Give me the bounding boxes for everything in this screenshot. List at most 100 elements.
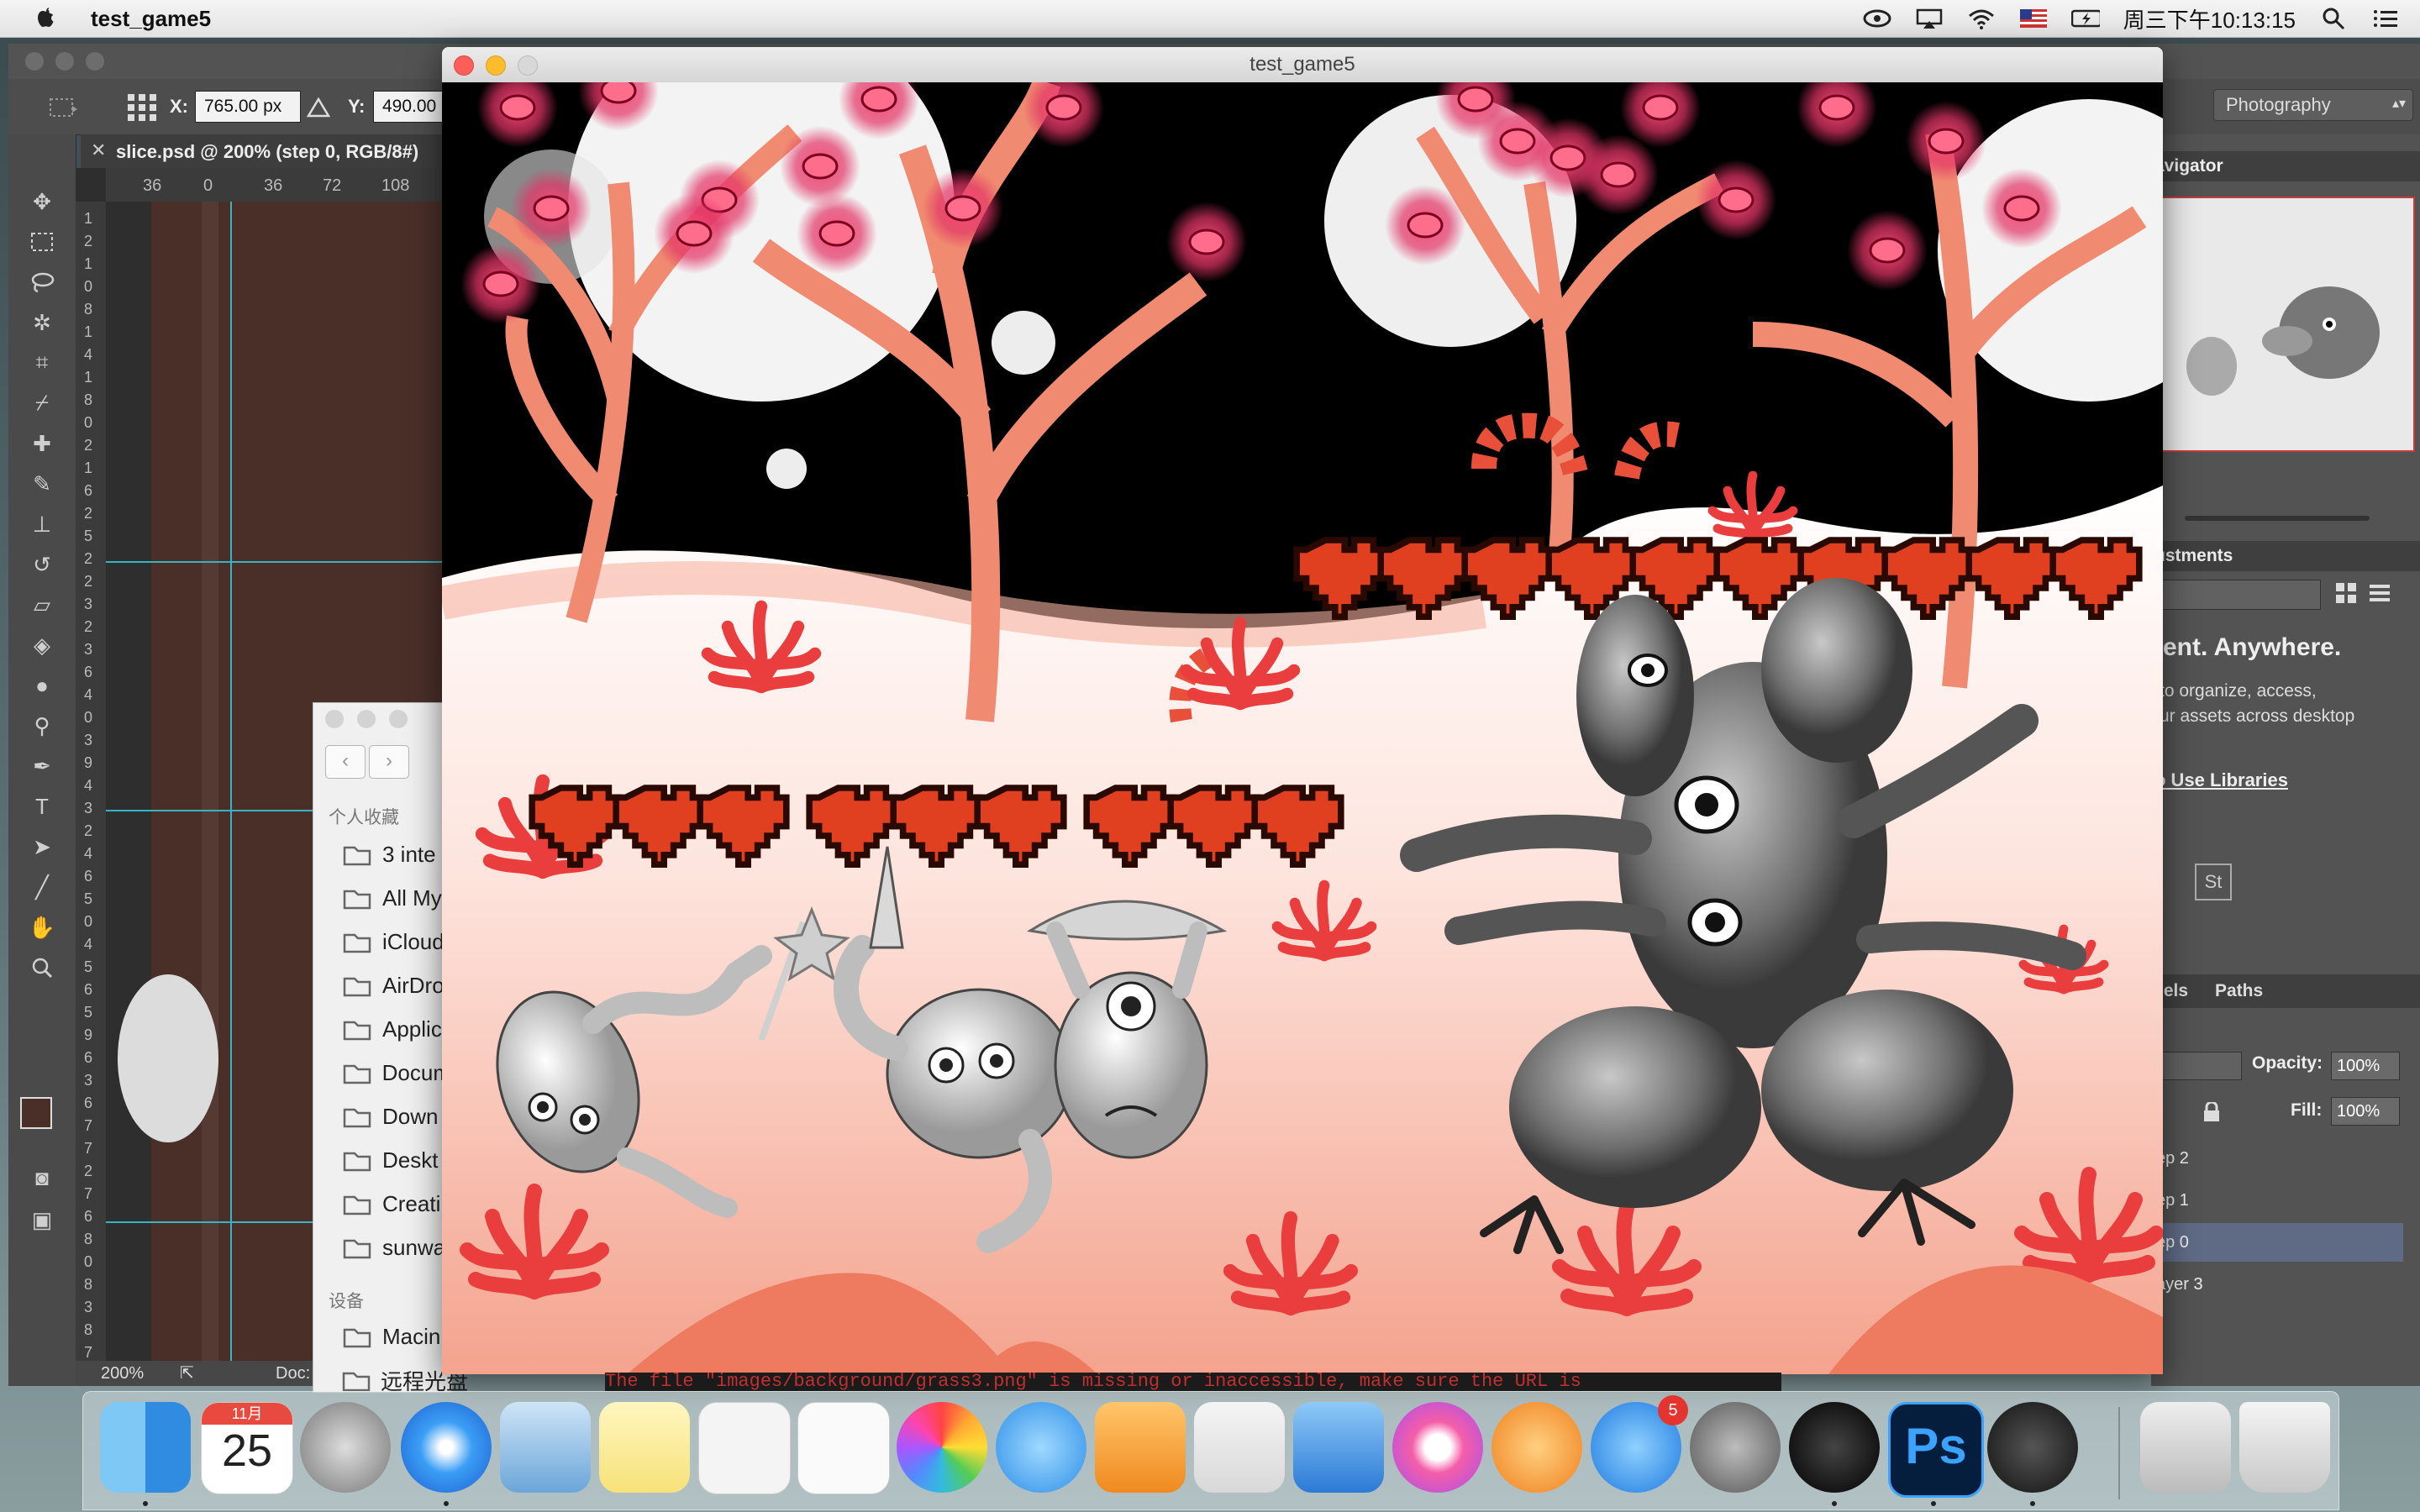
quicktime-icon[interactable] [1987, 1402, 2078, 1493]
favorites-item[interactable]: Applic [313, 1007, 451, 1051]
blend-mode-dropdown[interactable] [2151, 1052, 2242, 1080]
library-dropdown[interactable] [2151, 580, 2321, 610]
favorites-item[interactable]: AirDro [313, 963, 451, 1007]
ps-zoom-button[interactable] [86, 52, 104, 71]
favorites-item[interactable]: 3 inte [313, 832, 451, 876]
list-view-icon[interactable] [2366, 580, 2393, 606]
delta-icon[interactable] [306, 96, 331, 119]
zoom-tool-icon[interactable] [24, 951, 60, 984]
finder-close-button[interactable] [325, 710, 344, 728]
paint-bucket-tool-icon[interactable]: ◈ [24, 628, 60, 662]
export-icon[interactable]: ⇱ [180, 1362, 194, 1383]
messages-icon[interactable] [996, 1402, 1086, 1493]
textedit-icon[interactable] [698, 1402, 791, 1494]
game-close-button[interactable] [454, 55, 474, 76]
lasso-tool-icon[interactable] [24, 265, 60, 299]
navigator-preview[interactable] [2160, 197, 2415, 452]
blur-tool-icon[interactable]: ● [24, 669, 60, 702]
type-tool-icon[interactable]: T [24, 790, 60, 823]
pages-icon[interactable] [1095, 1402, 1186, 1493]
game-zoom-button[interactable] [518, 55, 538, 76]
app-name[interactable]: test_game5 [91, 6, 211, 32]
wifi-icon[interactable] [1967, 8, 1996, 29]
brush-tool-icon[interactable]: ✎ [24, 467, 60, 501]
hand-tool-icon[interactable]: ✋ [24, 911, 60, 944]
x-field[interactable]: 765.00 px [195, 91, 301, 123]
favorites-item[interactable]: All My [313, 876, 451, 920]
dodge-tool-icon[interactable]: ⚲ [24, 709, 60, 743]
flag-us-icon[interactable] [2019, 8, 2048, 29]
grid-view-icon[interactable] [2333, 580, 2360, 606]
tab-paths[interactable]: Paths [2215, 981, 2263, 1001]
itunes-icon[interactable] [1392, 1402, 1483, 1493]
finder-icon[interactable] [100, 1402, 191, 1493]
game-minimize-button[interactable] [486, 55, 506, 76]
favorites-item[interactable]: Down [313, 1095, 451, 1138]
finder-zoom-button[interactable] [389, 710, 408, 728]
layer-row[interactable]: ayer 3 [2151, 1265, 2403, 1304]
bbedit-icon[interactable] [1789, 1402, 1880, 1493]
creative-cloud-icon[interactable] [1863, 8, 1891, 29]
battery-icon[interactable] [2070, 8, 2100, 29]
ibooks-icon[interactable] [1491, 1402, 1582, 1493]
apple-icon[interactable] [32, 6, 57, 31]
menubar-clock[interactable]: 周三下午10:13:15 [2123, 3, 2296, 34]
move-tool-preset-icon[interactable] [47, 94, 81, 121]
navigator-title[interactable]: avigator [2154, 156, 2223, 176]
fill-field[interactable]: 100% [2331, 1097, 2400, 1126]
favorites-item[interactable]: sunwa [313, 1226, 451, 1269]
magic-wand-tool-icon[interactable]: ✲ [24, 306, 60, 339]
appstore-icon[interactable]: 5 [1591, 1395, 1688, 1493]
stamp-tool-icon[interactable]: ⊥ [24, 507, 60, 541]
eyedropper-tool-icon[interactable]: ⌿ [24, 386, 60, 420]
reference-point-icon[interactable] [126, 92, 160, 123]
pen-tool-icon[interactable]: ✒ [24, 749, 60, 783]
devices-item[interactable]: Macin [313, 1315, 451, 1358]
calendar-icon[interactable]: 11月 25 [201, 1402, 293, 1494]
favorites-item[interactable]: Creati [313, 1182, 451, 1226]
move-tool-icon[interactable]: ✥ [24, 185, 60, 218]
notification-center-icon[interactable] [2371, 8, 2400, 29]
stock-icon[interactable]: St [2195, 864, 2232, 900]
reminders-icon[interactable] [797, 1402, 890, 1494]
healing-brush-tool-icon[interactable]: ✚ [24, 427, 60, 460]
adjustments-title[interactable]: ustments [2154, 546, 2233, 565]
system-preferences-icon[interactable] [1690, 1402, 1781, 1493]
trash-icon[interactable] [2239, 1402, 2330, 1493]
layer-row[interactable]: ep 0 [2151, 1223, 2403, 1262]
launchpad-icon[interactable] [300, 1402, 391, 1493]
keynote-icon[interactable] [1293, 1402, 1384, 1493]
history-brush-tool-icon[interactable]: ↺ [24, 548, 60, 581]
zoom-level[interactable]: 200% [101, 1364, 144, 1383]
screen-icon[interactable] [2140, 1402, 2231, 1493]
favorites-item[interactable]: iCloud [313, 920, 451, 963]
lock-icon[interactable] [2202, 1100, 2222, 1122]
favorites-item[interactable]: Docum [313, 1051, 451, 1095]
game-canvas[interactable] [442, 82, 2163, 1374]
screen-mode-icon[interactable]: ▣ [24, 1203, 60, 1236]
preview-icon[interactable] [500, 1402, 591, 1493]
notes-icon[interactable] [599, 1402, 690, 1493]
quick-mask-icon[interactable]: ◙ [24, 1161, 60, 1194]
opacity-field[interactable]: 100% [2331, 1052, 2400, 1080]
back-button[interactable]: ‹ [325, 745, 366, 779]
ps-minimize-button[interactable] [55, 52, 74, 71]
marquee-tool-icon[interactable] [24, 225, 60, 259]
layer-row[interactable]: ep 2 [2151, 1139, 2403, 1178]
safari-icon[interactable] [401, 1402, 492, 1493]
ps-close-button[interactable] [25, 52, 44, 71]
favorites-item[interactable]: Deskt [313, 1138, 451, 1182]
path-selection-tool-icon[interactable]: ➤ [24, 830, 60, 864]
document-tab[interactable]: slice.psd @ 200% (step 0, RGB/8#) [116, 141, 418, 163]
airplay-icon[interactable] [1915, 8, 1944, 29]
close-tab-icon[interactable]: ✕ [91, 139, 106, 161]
eraser-tool-icon[interactable]: ▱ [24, 588, 60, 622]
foreground-color-swatch[interactable] [20, 1097, 52, 1129]
crop-tool-icon[interactable]: ⌗ [24, 346, 60, 380]
spotlight-search-icon[interactable] [2319, 8, 2348, 30]
forward-button[interactable]: › [369, 745, 409, 779]
y-field[interactable]: 490.00 p [373, 91, 450, 123]
numbers-icon[interactable] [1194, 1402, 1285, 1493]
photoshop-icon[interactable]: Ps [1888, 1402, 1984, 1498]
workspace-dropdown[interactable]: Photography ▴▾ [2213, 89, 2413, 121]
